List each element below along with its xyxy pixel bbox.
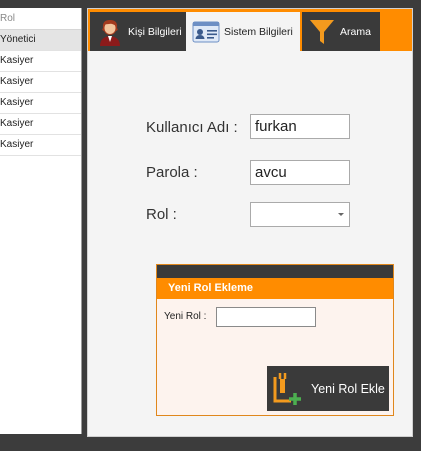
person-icon: [96, 18, 124, 46]
role-list[interactable]: Rol Yönetici Kasiyer Kasiyer Kasiyer Kas…: [0, 8, 82, 434]
role-column-header[interactable]: Rol: [0, 8, 81, 30]
user-detail-panel: Kişi Bilgileri Sistem Bilgileri Arama Ku…: [87, 8, 413, 437]
tab-sistem-bilgileri[interactable]: Sistem Bilgileri: [186, 12, 300, 51]
username-label: Kullanıcı Adı :: [146, 119, 238, 136]
tab-label: Kişi Bilgileri: [128, 25, 182, 38]
add-role-icon: [271, 371, 303, 407]
add-role-button[interactable]: Yeni Rol Ekle: [267, 366, 389, 411]
tab-label: Arama: [340, 25, 371, 38]
role-list-item[interactable]: Kasiyer: [0, 51, 81, 72]
new-role-label: Yeni Rol :: [164, 311, 207, 322]
role-label: Rol :: [146, 206, 177, 223]
role-select[interactable]: [250, 202, 350, 227]
funnel-icon: [308, 18, 336, 46]
password-label: Parola :: [146, 164, 198, 181]
id-card-icon: [192, 18, 220, 46]
new-role-title: Yeni Rol Ekleme: [157, 278, 393, 299]
username-input[interactable]: [250, 114, 350, 139]
role-list-item[interactable]: Kasiyer: [0, 93, 81, 114]
chevron-down-icon: [338, 213, 344, 216]
role-list-item[interactable]: Yönetici: [0, 30, 81, 51]
password-input[interactable]: [250, 160, 350, 185]
tab-label: Sistem Bilgileri: [224, 25, 293, 38]
add-role-button-label: Yeni Rol Ekle: [311, 381, 385, 396]
new-role-group: Yeni Rol Ekleme Yeni Rol : Yeni Rol Ekle: [156, 264, 394, 416]
role-list-item[interactable]: Kasiyer: [0, 72, 81, 93]
tab-arama[interactable]: Arama: [302, 12, 380, 51]
new-role-header-bar: [157, 265, 393, 278]
role-list-item[interactable]: Kasiyer: [0, 135, 81, 156]
role-list-item[interactable]: Kasiyer: [0, 114, 81, 135]
tab-kisi-bilgileri[interactable]: Kişi Bilgileri: [90, 12, 186, 51]
new-role-input[interactable]: [216, 307, 316, 327]
tab-bar: Kişi Bilgileri Sistem Bilgileri Arama: [88, 9, 412, 51]
